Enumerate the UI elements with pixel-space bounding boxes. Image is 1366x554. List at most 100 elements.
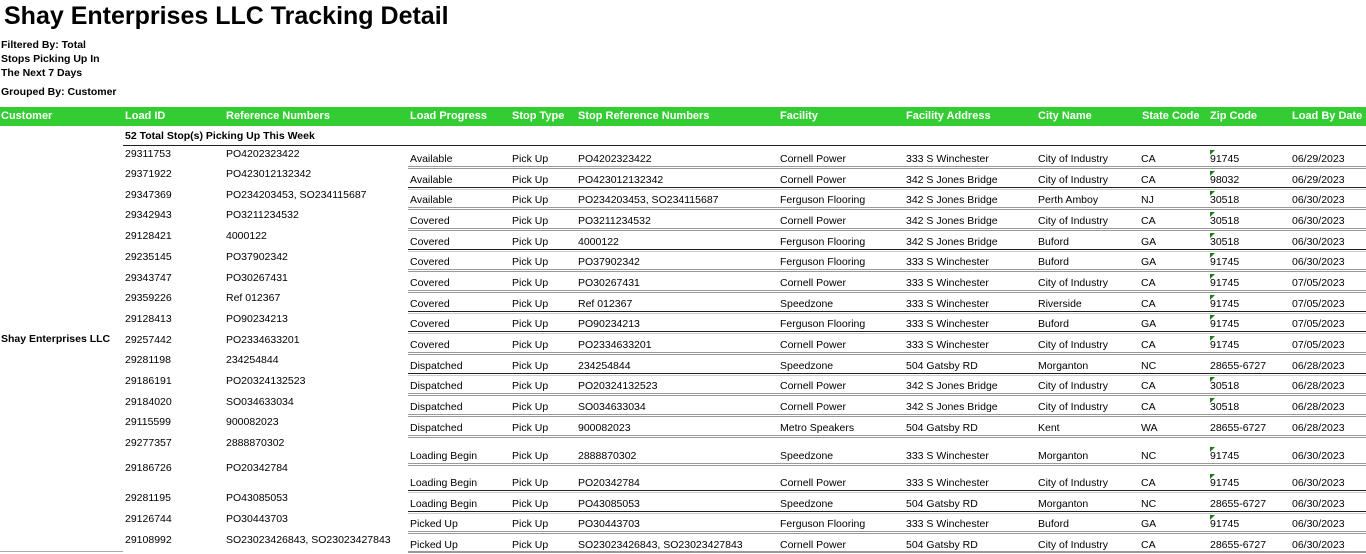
load-id-cell: 29281195: [125, 492, 171, 504]
facility-address-cell: 342 S Jones Bridge: [906, 194, 998, 206]
city-name-cell: Buford: [1038, 318, 1069, 330]
facility-cell: Ferguson Flooring: [780, 318, 866, 330]
table-row: Picked Up Pick Up PO30443703 Ferguson Floor…: [408, 511, 1366, 532]
stop-type-cell: Pick Up: [512, 215, 549, 227]
city-name-cell: Morganton: [1038, 498, 1089, 510]
facility-address-cell: 504 Gatsby RD: [906, 498, 978, 510]
load-progress-cell: Dispatched: [410, 401, 463, 413]
facility-cell: Speedzone: [780, 360, 834, 372]
number-as-text-indicator-icon[interactable]: [1210, 233, 1215, 238]
number-as-text-indicator-icon[interactable]: [1210, 295, 1215, 300]
facility-address-cell: 333 S Winchester: [906, 339, 989, 351]
stop-reference-cell: PO30267431: [578, 277, 640, 289]
table-row: Dispatched Pick Up PO20324132523 Cornell Po…: [408, 373, 1366, 394]
stop-reference-cell: PO90234213: [578, 318, 640, 330]
table-row: Covered Pick Up PO3211234532 Cornell Power 3…: [408, 207, 1366, 229]
state-code-cell: CA: [1141, 339, 1156, 351]
state-code-cell: CA: [1141, 298, 1156, 310]
load-by-date-cell: 06/30/2023: [1292, 539, 1345, 551]
table-row: Loading Begin Pick Up PO43085053 Speedzone 5…: [408, 490, 1366, 512]
number-as-text-indicator-icon[interactable]: [1210, 515, 1215, 520]
load-progress-cell: Picked Up: [410, 518, 458, 530]
facility-cell: Ferguson Flooring: [780, 518, 866, 530]
load-by-date-cell: 07/05/2023: [1292, 318, 1345, 330]
load-progress-cell: Dispatched: [410, 360, 463, 372]
state-code-cell: CA: [1141, 153, 1156, 165]
city-name-cell: Morganton: [1038, 360, 1089, 372]
city-name-cell: Riverside: [1038, 298, 1082, 310]
facility-cell: Speedzone: [780, 298, 834, 310]
stop-type-cell: Pick Up: [512, 518, 549, 530]
row-divider: [408, 531, 1366, 534]
facility-cell: Ferguson Flooring: [780, 194, 866, 206]
column-header-load-progress: Load Progress: [410, 110, 488, 122]
row-divider: [408, 352, 1366, 355]
table-row: Loading Begin Pick Up 2888870302 Speedzone 3…: [408, 435, 1366, 464]
number-as-text-indicator-icon[interactable]: [1210, 315, 1215, 320]
facility-address-cell: 333 S Winchester: [906, 277, 989, 289]
stop-type-cell: Pick Up: [512, 277, 549, 289]
load-id-cell: 29311753: [125, 148, 171, 160]
load-by-date-cell: 06/30/2023: [1292, 236, 1345, 248]
load-id-cell: 29108992: [125, 534, 172, 546]
stop-type-cell: Pick Up: [512, 194, 549, 206]
table-row: Covered Pick Up PO37902342 Ferguson Floorin…: [408, 249, 1366, 270]
row-divider: [408, 207, 1366, 210]
filter-line: Filtered By: Total: [1, 39, 86, 51]
stop-type-cell: Pick Up: [512, 539, 549, 551]
number-as-text-indicator-icon[interactable]: [1210, 253, 1215, 258]
reference-numbers-cell: 900082023: [226, 416, 279, 428]
load-id-cell: 29186191: [125, 375, 172, 387]
load-progress-cell: Covered: [410, 339, 450, 351]
zip-code-cell: 28655-6727: [1210, 539, 1267, 551]
number-as-text-indicator-icon[interactable]: [1210, 398, 1215, 403]
load-progress-cell: Covered: [410, 298, 450, 310]
zip-code-cell: 28655-6727: [1210, 360, 1267, 372]
load-by-date-cell: 06/30/2023: [1292, 498, 1345, 510]
state-code-cell: NC: [1141, 450, 1157, 462]
number-as-text-indicator-icon[interactable]: [1210, 474, 1215, 479]
facility-cell: Cornell Power: [780, 174, 846, 186]
stop-reference-cell: PO37902342: [578, 256, 640, 268]
facility-address-cell: 342 S Jones Bridge: [906, 215, 998, 227]
table-row: Dispatched Pick Up 900082023 Metro Speakers…: [408, 414, 1366, 436]
number-as-text-indicator-icon[interactable]: [1210, 171, 1215, 176]
facility-cell: Cornell Power: [780, 401, 846, 413]
row-divider: [408, 228, 1366, 231]
state-code-cell: CA: [1141, 174, 1156, 186]
number-as-text-indicator-icon[interactable]: [1210, 191, 1215, 196]
load-id-cell: 29281198: [125, 354, 171, 366]
load-by-date-cell: 06/28/2023: [1292, 360, 1345, 372]
facility-address-cell: 342 S Jones Bridge: [906, 380, 998, 392]
load-progress-cell: Loading Begin: [410, 498, 478, 510]
reference-numbers-cell: 4000122: [226, 230, 267, 242]
stop-reference-cell: 234254844: [578, 360, 631, 372]
load-by-date-cell: 06/30/2023: [1292, 194, 1345, 206]
number-as-text-indicator-icon[interactable]: [1210, 447, 1215, 452]
number-as-text-indicator-icon[interactable]: [1210, 212, 1215, 217]
stop-reference-cell: PO423012132342: [578, 174, 664, 186]
load-id-cell: 29126744: [125, 513, 172, 525]
city-name-cell: Kent: [1038, 422, 1060, 434]
city-name-cell: Morganton: [1038, 450, 1089, 462]
load-by-date-cell: 06/28/2023: [1292, 401, 1345, 413]
state-code-cell: CA: [1141, 215, 1156, 227]
facility-cell: Metro Speakers: [780, 422, 855, 434]
number-as-text-indicator-icon[interactable]: [1210, 274, 1215, 279]
stop-reference-cell: PO30443703: [578, 518, 640, 530]
load-id-cell: 29115599: [125, 416, 171, 428]
stop-type-cell: Pick Up: [512, 174, 549, 186]
facility-address-cell: 504 Gatsby RD: [906, 360, 978, 372]
number-as-text-indicator-icon[interactable]: [1210, 150, 1215, 155]
state-code-cell: GA: [1141, 236, 1157, 248]
city-name-cell: City of Industry: [1038, 339, 1109, 351]
load-by-date-cell: 07/05/2023: [1292, 339, 1345, 351]
load-id-cell: 29347369: [125, 189, 172, 201]
load-id-cell: 29277357: [125, 437, 172, 449]
stop-type-cell: Pick Up: [512, 153, 549, 165]
number-as-text-indicator-icon[interactable]: [1210, 336, 1215, 341]
reference-numbers-cell: PO30443703: [226, 513, 288, 525]
number-as-text-indicator-icon[interactable]: [1210, 377, 1215, 382]
reference-numbers-cell: PO423012132342: [226, 168, 312, 180]
stop-reference-cell: PO43085053: [578, 498, 640, 510]
